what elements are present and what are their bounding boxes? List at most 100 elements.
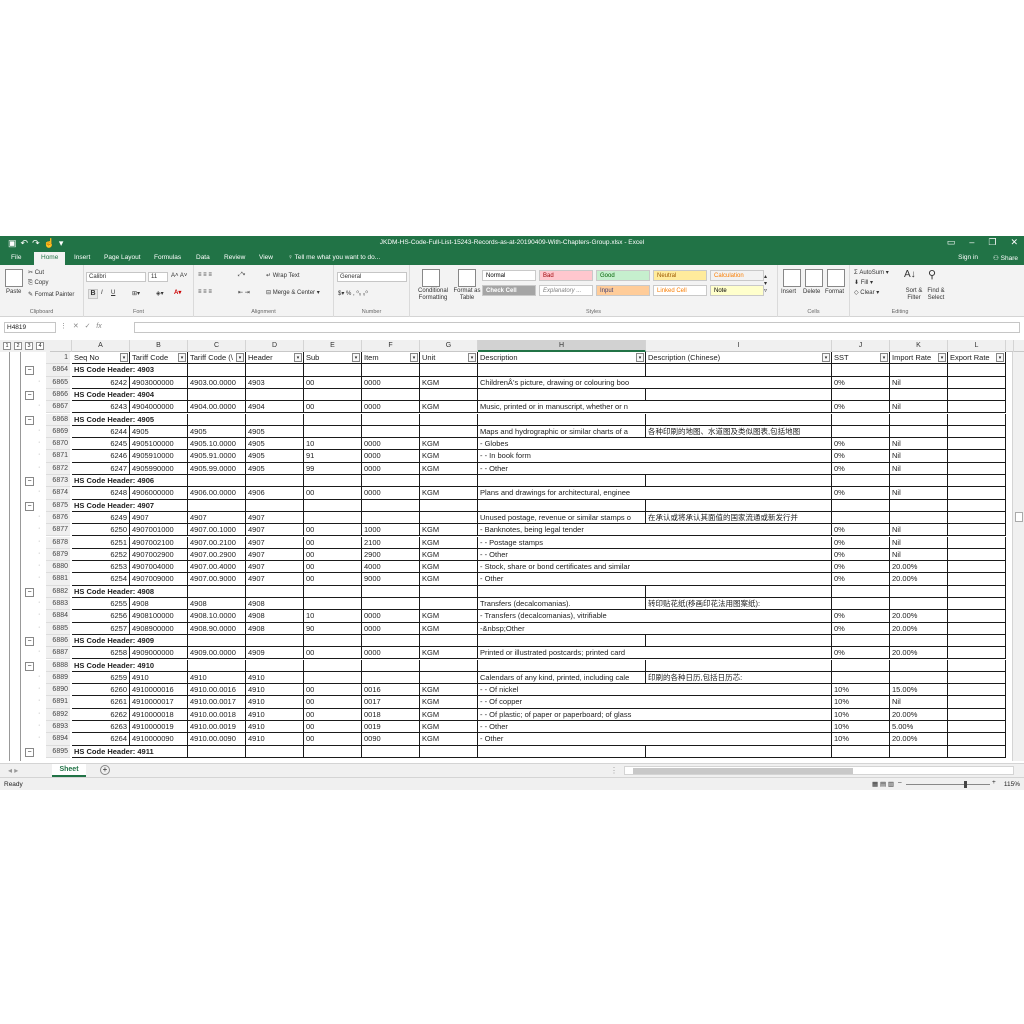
cell-style-8[interactable]: Linked Cell	[653, 285, 707, 296]
cell-style-6[interactable]: Explanatory ...	[539, 285, 593, 296]
add-sheet-icon[interactable]: +	[100, 765, 110, 775]
sign-in-link[interactable]: Sign in	[958, 254, 978, 261]
cell-style-1[interactable]: Bad	[539, 270, 593, 281]
find-icon[interactable]: ⚲	[928, 268, 936, 281]
row-number[interactable]: 6865	[46, 376, 70, 389]
indent-icon[interactable]: ⇤ ⇥	[238, 289, 250, 296]
zoom-slider-knob[interactable]	[964, 781, 967, 788]
cancel-icon[interactable]: ✕	[73, 323, 79, 330]
column-header-l[interactable]: L	[948, 340, 1006, 352]
more-options-icon[interactable]: ⋮	[60, 323, 67, 330]
sheet-nav-icon[interactable]: ◂ ▸	[8, 766, 18, 775]
number-format-combo[interactable]: General	[337, 272, 407, 282]
minimize-icon[interactable]: –	[969, 237, 974, 248]
row-number[interactable]: 6878	[46, 536, 70, 549]
cell-style-5[interactable]: Check Cell	[482, 285, 536, 296]
collapse-group-icon[interactable]: −	[25, 501, 34, 511]
outline-level-3[interactable]: 3	[25, 342, 33, 350]
vertical-scroll-thumb[interactable]	[1015, 512, 1023, 522]
orientation-icon[interactable]: ⤢▾	[238, 272, 245, 279]
row-number[interactable]: 6879	[46, 548, 70, 562]
row-number[interactable]: 6873	[46, 475, 70, 488]
filter-dropdown-icon[interactable]: ▾	[410, 353, 418, 362]
row-number[interactable]: 6874	[46, 487, 70, 500]
horizontal-scroll-thumb[interactable]	[633, 768, 853, 774]
filter-dropdown-icon[interactable]: ▾	[352, 353, 360, 362]
row-number[interactable]: 6868	[46, 413, 70, 426]
cell-style-7[interactable]: Input	[596, 285, 650, 296]
format-as-table-button[interactable]: Format as Table	[452, 288, 482, 302]
insert-button[interactable]: Insert	[781, 289, 796, 295]
conditional-formatting-icon[interactable]	[422, 269, 440, 287]
row-number[interactable]: 6877	[46, 524, 70, 537]
tab-review[interactable]: Review	[224, 254, 245, 261]
collapse-group-icon[interactable]: −	[25, 390, 34, 400]
underline-button[interactable]: U	[111, 290, 115, 296]
row-number[interactable]: 6876	[46, 511, 70, 525]
tab-data[interactable]: Data	[196, 254, 210, 261]
outline-level-4[interactable]: 4	[36, 342, 44, 350]
fill-color-icon[interactable]: ◈▾	[156, 290, 164, 297]
filter-dropdown-icon[interactable]: ▾	[468, 353, 476, 362]
horizontal-scrollbar[interactable]	[624, 766, 1014, 775]
cell-style-2[interactable]: Good	[596, 270, 650, 281]
row-number[interactable]: 6885	[46, 622, 70, 635]
format-painter-button[interactable]: ✎ Format Painter	[28, 291, 74, 298]
formula-input[interactable]	[134, 322, 1020, 333]
font-name-combo[interactable]: Calibri	[86, 272, 146, 282]
paste-icon[interactable]	[5, 269, 23, 287]
bold-button[interactable]: B	[88, 289, 98, 299]
column-header-a[interactable]: A	[72, 340, 130, 352]
collapse-group-icon[interactable]: −	[25, 477, 34, 486]
currency-icon[interactable]: $▾ % , ⁰₀ ₀⁰	[338, 290, 368, 297]
row-number[interactable]: 6891	[46, 696, 70, 709]
autosum-button[interactable]: Σ AutoSum ▾	[854, 269, 889, 276]
row-number[interactable]: 6890	[46, 684, 70, 697]
row-number[interactable]: 6875	[46, 499, 70, 512]
row-number[interactable]: 1	[46, 352, 70, 365]
conditional-formatting-button[interactable]: Conditional Formatting	[413, 288, 453, 302]
row-number[interactable]: 6886	[46, 634, 70, 648]
row-number[interactable]: 6870	[46, 438, 70, 451]
filter-dropdown-icon[interactable]: ▾	[880, 353, 888, 362]
collapse-group-icon[interactable]: −	[25, 747, 34, 757]
sort-filter-button[interactable]: Sort & Filter	[902, 288, 926, 302]
filter-dropdown-icon[interactable]: ▾	[178, 353, 186, 362]
ribbon-display-icon[interactable]: ▭	[947, 237, 956, 248]
gallery-scroll-icon[interactable]: ▴ ▾ ▿	[764, 273, 767, 294]
close-icon[interactable]: ✕	[1010, 237, 1018, 248]
share-button[interactable]: ⚇ Share	[993, 254, 1018, 262]
format-cells-icon[interactable]	[827, 269, 845, 287]
row-number[interactable]: 6867	[46, 401, 70, 414]
zoom-in-icon[interactable]: +	[992, 779, 996, 786]
top-align-icon[interactable]: ≡ ≡ ≡	[198, 272, 212, 278]
tab-formulas[interactable]: Formulas	[154, 254, 181, 261]
zoom-level[interactable]: 115%	[1004, 781, 1020, 788]
row-number[interactable]: 6864	[46, 364, 70, 377]
filter-dropdown-icon[interactable]: ▾	[236, 353, 244, 362]
font-color-icon[interactable]: A▾	[174, 289, 181, 296]
sort-filter-icon[interactable]: A↓	[904, 269, 916, 280]
zoom-out-icon[interactable]: –	[898, 779, 902, 786]
delete-cells-icon[interactable]	[805, 269, 823, 287]
collapse-group-icon[interactable]: −	[25, 661, 34, 671]
row-number[interactable]: 6869	[46, 425, 70, 439]
italic-button[interactable]: I	[101, 290, 103, 296]
collapse-group-icon[interactable]: −	[25, 636, 34, 646]
tell-me-box[interactable]: ♀ Tell me what you want to do...	[288, 254, 380, 261]
column-header-h[interactable]: H	[478, 340, 646, 352]
find-select-button[interactable]: Find & Select	[924, 288, 948, 302]
cell-style-9[interactable]: Note	[710, 285, 764, 296]
row-number[interactable]: 6883	[46, 598, 70, 611]
column-header-b[interactable]: B	[130, 340, 188, 352]
borders-icon[interactable]: ⊞▾	[132, 290, 140, 297]
filter-dropdown-icon[interactable]: ▾	[294, 353, 302, 362]
format-table-icon[interactable]	[458, 269, 476, 287]
outline-level-2[interactable]: 2	[14, 342, 22, 350]
row-number[interactable]: 6895	[46, 745, 70, 758]
tab-page-layout[interactable]: Page Layout	[104, 254, 141, 261]
row-number[interactable]: 6882	[46, 585, 70, 598]
column-header-i[interactable]: I	[646, 340, 832, 352]
clear-button[interactable]: ◇ Clear ▾	[854, 289, 879, 296]
row-number[interactable]: 6880	[46, 561, 70, 574]
